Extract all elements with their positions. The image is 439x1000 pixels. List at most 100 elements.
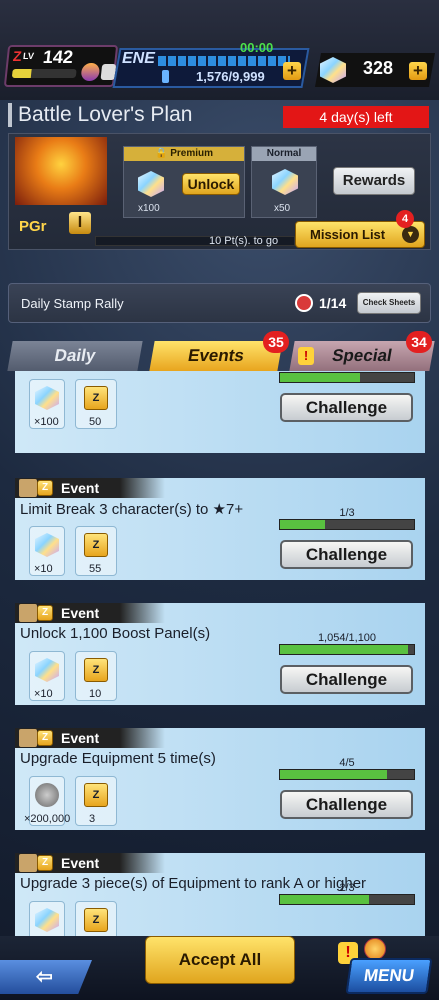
z-coin-icon: Z: [84, 533, 108, 557]
energy-value: 1,576/9,999: [196, 69, 265, 84]
reward-slot: ×100: [29, 379, 65, 429]
character-mini-icon: [19, 854, 37, 872]
mission-progress-fill: [280, 645, 409, 654]
event-tag: Z Event: [15, 853, 165, 873]
normal-qty: x50: [274, 203, 291, 214]
z-icon: Z: [37, 855, 53, 871]
mission-progress-text: 2/3: [339, 882, 355, 894]
menu-button[interactable]: MENU: [345, 958, 433, 994]
reward1-qty: ×10: [34, 688, 53, 700]
level-badge: Z LV 142: [3, 45, 119, 87]
mission-progress-text: 1,054/1,100: [317, 632, 377, 644]
bottom-bar: ⇦ Accept All ! MENU: [0, 936, 439, 1000]
normal-reward: Normal x50: [251, 146, 317, 218]
premium-reward: 🔒 Premium x100 Unlock: [123, 146, 245, 218]
mission-progress-bar: [279, 519, 415, 530]
back-button[interactable]: ⇦: [0, 960, 92, 994]
add-energy-button[interactable]: +: [283, 62, 301, 80]
dragon-stone-icon: [35, 658, 59, 682]
mission-card: Z Event Limit Break 3 character(s) to ★7+…: [15, 478, 425, 580]
plan-panel: PGr I 10 Pt(s). to go 🔒 Premium x100 Unl…: [8, 133, 431, 250]
chevron-down-icon: ▼: [402, 226, 419, 243]
medal-icon[interactable]: [80, 63, 101, 81]
dragon-stone-icon: [138, 171, 164, 197]
stamp-rally-label: Daily Stamp Rally: [21, 296, 124, 311]
mission-progress-text: 4/5: [339, 757, 355, 769]
event-tag: Z Event: [15, 478, 165, 498]
z-label: Z: [12, 48, 23, 64]
pgr-rank-badge: I: [69, 212, 91, 234]
z-coin-icon: Z: [84, 783, 108, 807]
accept-all-button[interactable]: Accept All: [145, 936, 295, 984]
stamp-icon: [295, 294, 313, 312]
plan-title: Battle Lover's Plan: [8, 103, 192, 127]
mission-progress-fill: [280, 895, 370, 904]
reward-slot: Z 10: [75, 651, 117, 701]
add-gems-button[interactable]: +: [409, 62, 427, 80]
tab-bar: Daily Events Special 35 34 !: [0, 331, 439, 371]
mission-title: Limit Break 3 character(s) to ★7+: [20, 501, 244, 518]
stamp-rally-bar: Daily Stamp Rally 1/14 Check Sheets: [8, 283, 431, 323]
stamp-count: 1/14: [319, 295, 347, 311]
event-tag-label: Event: [61, 730, 100, 746]
energy-icon: [162, 70, 169, 83]
reward1-qty: ×200,000: [24, 813, 71, 825]
dragon-stone-icon: [35, 908, 59, 932]
reward1-qty: ×100: [34, 416, 59, 428]
dragon-stone-icon: [272, 169, 298, 195]
character-mini-icon: [19, 479, 37, 497]
mission-list[interactable]: Raise 5 character(s) to "Master" Class ×…: [15, 371, 425, 936]
energy-label: ENE: [122, 50, 155, 67]
reward-slot: ×10: [29, 526, 65, 576]
level-exp-bar: [11, 69, 77, 78]
challenge-button[interactable]: Challenge: [280, 393, 413, 422]
mission-count-badge: 4: [396, 210, 414, 228]
lock-icon: 🔒: [154, 148, 171, 159]
mission-progress-bar: [279, 894, 415, 905]
reward-slot: [29, 901, 65, 936]
menu-label: MENU: [362, 966, 416, 985]
z-coin-icon: Z: [84, 908, 108, 932]
rewards-button[interactable]: Rewards: [333, 167, 415, 195]
character-portrait: [15, 137, 107, 205]
event-tag-label: Event: [61, 855, 100, 871]
character-mini-icon: [19, 604, 37, 622]
reward1-qty: ×10: [34, 563, 53, 575]
energy-timer: 00:00: [240, 40, 274, 55]
dragon-stone-icon: [35, 533, 59, 557]
mission-title: Unlock 1,100 Boost Panel(s): [20, 625, 211, 642]
mission-progress-bar: [279, 372, 415, 383]
reward2-qty: 10: [89, 688, 102, 700]
mission-card: Z Event Upgrade 3 piece(s) of Equipment t…: [15, 853, 425, 936]
zeni-coin-icon: [35, 783, 59, 807]
reward-slot: Z: [75, 901, 117, 936]
event-tag: Z Event: [15, 603, 165, 623]
level-exp-fill: [11, 69, 32, 78]
points-to-go: 10 Pt(s). to go: [209, 235, 279, 247]
tab-daily[interactable]: Daily: [7, 341, 143, 371]
mission-card: Z Event Unlock 1,100 Boost Panel(s) ×10 Z…: [15, 603, 425, 705]
challenge-button[interactable]: Challenge: [280, 665, 413, 694]
mission-card: Raise 5 character(s) to "Master" Class ×…: [15, 371, 425, 453]
gem-count: 328: [363, 58, 394, 78]
dragon-stone-icon: [35, 386, 59, 410]
z-icon: Z: [37, 730, 53, 746]
tab-special-label: Special: [330, 346, 394, 365]
event-tag-label: Event: [61, 480, 100, 496]
challenge-button[interactable]: Challenge: [280, 790, 413, 819]
lv-label: LV: [22, 51, 35, 61]
mission-card: Z Event Upgrade Equipment 5 time(s) ×200,…: [15, 728, 425, 830]
check-sheets-button[interactable]: Check Sheets: [357, 292, 421, 314]
level-value: 142: [41, 47, 75, 67]
unlock-button[interactable]: Unlock: [182, 173, 240, 195]
mission-list-label: Mission List: [310, 227, 386, 242]
premium-label: 🔒 Premium: [124, 147, 244, 161]
reward-slot: Z 55: [75, 526, 117, 576]
reward2-qty: 3: [89, 813, 96, 825]
mission-progress-text: 1/3: [339, 507, 355, 519]
tab-daily-label: Daily: [53, 346, 98, 365]
dragon-ball-icon: [364, 938, 386, 960]
premium-label-text: Premium: [170, 148, 214, 159]
challenge-button[interactable]: Challenge: [280, 540, 413, 569]
reward2-qty: 55: [89, 563, 102, 575]
